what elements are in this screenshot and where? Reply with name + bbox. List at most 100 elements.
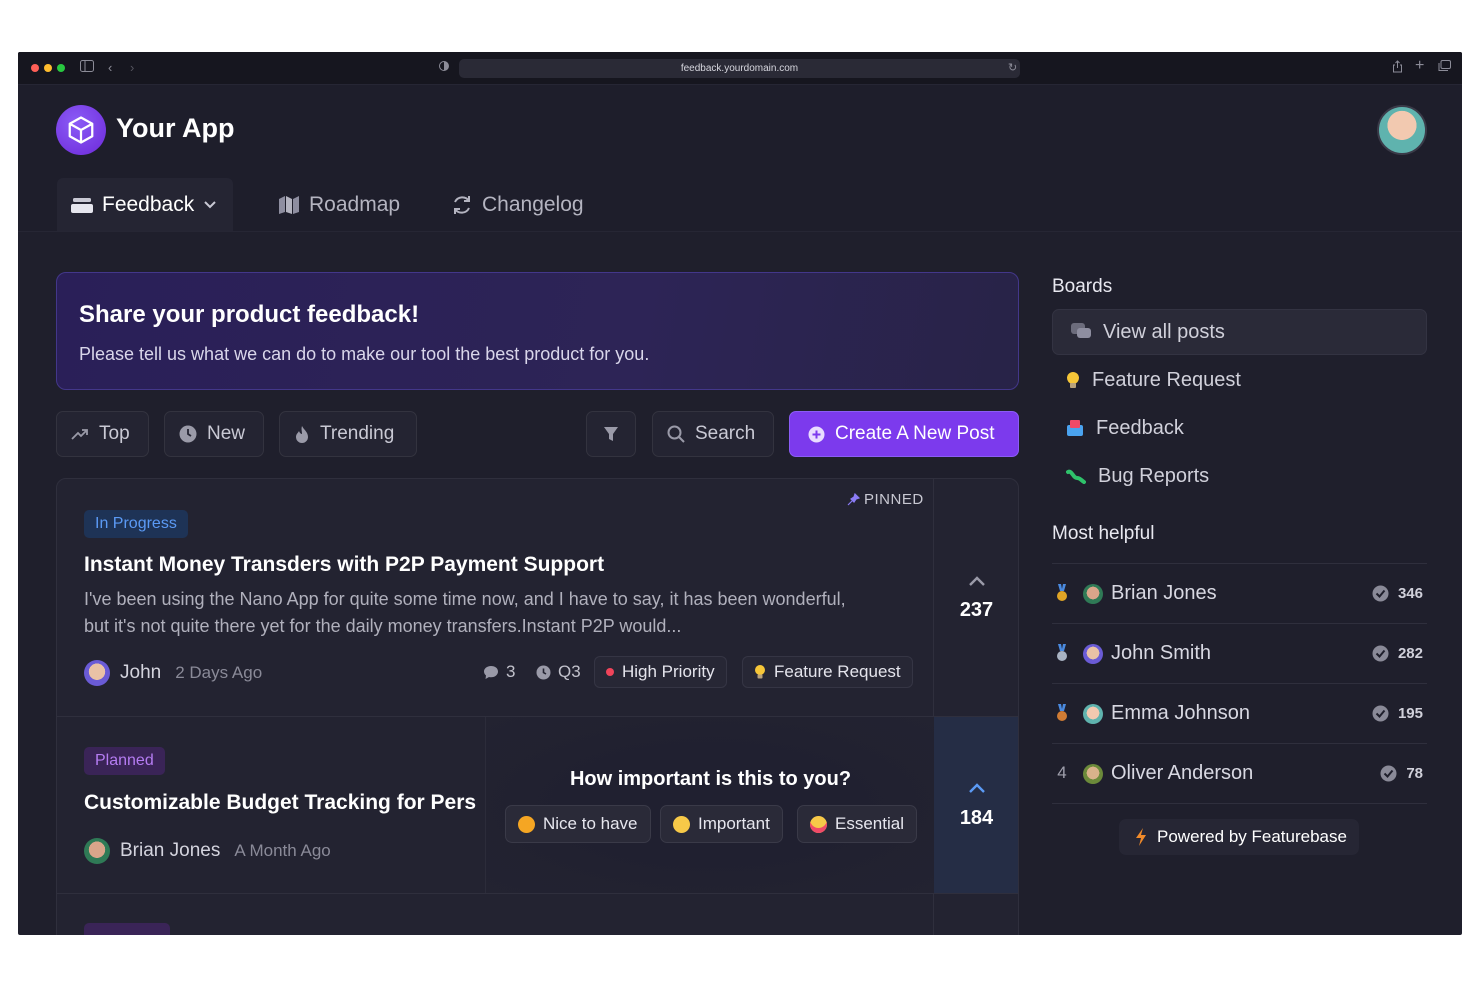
status-badge: In Progress: [84, 510, 188, 538]
new-tab-icon[interactable]: +: [1415, 58, 1424, 74]
importance-nice-to-have-button[interactable]: Nice to have: [505, 805, 651, 843]
avatar: [84, 660, 110, 686]
emoji-icon: [673, 815, 690, 833]
comment-count: 3: [483, 662, 515, 682]
privacy-shield-icon[interactable]: [439, 60, 449, 76]
bronze-medal-icon: [1057, 704, 1067, 721]
trending-up-icon: [71, 429, 88, 440]
board-feature-request[interactable]: Feature Request: [1052, 357, 1427, 403]
sort-top-button[interactable]: Top: [56, 411, 149, 457]
helpful-score: 78: [1380, 765, 1423, 782]
search-button[interactable]: Search: [652, 411, 774, 457]
user-avatar[interactable]: [1377, 105, 1427, 155]
back-icon[interactable]: ‹: [108, 60, 112, 76]
tab-changelog[interactable]: Changelog: [451, 178, 584, 231]
helpful-user-row[interactable]: Brian Jones 346: [1052, 564, 1427, 624]
importance-important-button[interactable]: Important: [660, 805, 783, 843]
post-title[interactable]: Customizable Budget Tracking for Pers: [84, 791, 476, 815]
close-window-button[interactable]: [31, 64, 39, 72]
stack-icon: [71, 197, 93, 213]
most-helpful-heading: Most helpful: [1052, 523, 1155, 544]
tab-label: Feedback: [102, 192, 195, 216]
tab-roadmap[interactable]: Roadmap: [278, 178, 400, 231]
powered-by-featurebase-link[interactable]: Powered by Featurebase: [1119, 819, 1359, 855]
vote-count: 237: [959, 599, 994, 621]
pinned-label: PINNED: [847, 491, 924, 508]
avatar: [84, 838, 110, 864]
emoji-icon: [518, 815, 535, 833]
create-post-button[interactable]: Create A New Post: [789, 411, 1019, 457]
post-author: John 2 Days Ago: [84, 660, 262, 686]
status-badge-partial: [84, 923, 170, 935]
priority-dot-icon: [606, 668, 614, 676]
refresh-icon: [454, 195, 470, 214]
avatar: [1083, 644, 1103, 664]
board-feedback[interactable]: Feedback: [1052, 405, 1427, 451]
check-circle-icon: [1372, 645, 1389, 662]
silver-medal-icon: [1057, 644, 1067, 661]
tab-overview-icon[interactable]: [1438, 60, 1451, 76]
chevron-down-icon: [204, 200, 216, 208]
sort-trending-button[interactable]: Trending: [279, 411, 417, 457]
importance-essential-button[interactable]: Essential: [797, 805, 917, 843]
board-view-all[interactable]: View all posts: [1052, 309, 1427, 355]
vote-cell-highlight: [934, 717, 1018, 893]
post-title[interactable]: Instant Money Transders with P2P Payment…: [84, 553, 604, 577]
chat-bubbles-icon: [1071, 323, 1091, 338]
fire-icon: [296, 425, 308, 443]
tab-label: Changelog: [482, 192, 584, 216]
priority-tag[interactable]: High Priority: [594, 656, 727, 688]
vote-count: 184: [959, 807, 994, 829]
bug-icon: [1066, 469, 1086, 484]
helpful-score: 282: [1372, 645, 1423, 662]
helpful-score: 195: [1372, 705, 1423, 722]
comment-icon: [484, 665, 498, 679]
eta: Q3: [536, 662, 581, 682]
avatar: [1083, 584, 1103, 604]
upvote-icon[interactable]: [967, 782, 987, 794]
lightbulb-icon: [755, 665, 765, 679]
plus-circle-icon: [808, 426, 825, 442]
ballot-box-icon: [1067, 420, 1083, 436]
app-header: Your App Feedback Roadmap Changelog: [18, 85, 1462, 232]
zoom-window-button[interactable]: [57, 64, 65, 72]
banner-subtitle: Please tell us what we can do to make ou…: [79, 344, 650, 364]
minimize-window-button[interactable]: [44, 64, 52, 72]
filter-button[interactable]: [586, 411, 636, 457]
sidebar-toggle-icon[interactable]: [80, 60, 94, 76]
helpful-user-row[interactable]: John Smith 282: [1052, 624, 1427, 684]
clock-icon: [536, 665, 551, 679]
lightning-icon: [1136, 828, 1146, 846]
category-tag[interactable]: Feature Request: [742, 656, 913, 688]
board-bug-reports[interactable]: Bug Reports: [1052, 453, 1427, 499]
reload-icon[interactable]: ↻: [1008, 60, 1017, 76]
banner-title: Share your product feedback!: [79, 301, 420, 328]
helpful-user-row[interactable]: 4 Oliver Anderson 78: [1052, 744, 1427, 804]
app-logo[interactable]: [56, 105, 106, 155]
avatar: [1083, 704, 1103, 724]
sort-new-button[interactable]: New: [164, 411, 264, 457]
helpful-user-row[interactable]: Emma Johnson 195: [1052, 684, 1427, 744]
cube-icon: [68, 116, 94, 144]
forward-icon[interactable]: ›: [130, 60, 134, 76]
clock-icon: [179, 425, 197, 443]
address-bar[interactable]: feedback.yourdomain.com: [459, 59, 1020, 78]
upvote-icon[interactable]: [967, 575, 987, 587]
roadmap-icon: [279, 195, 299, 214]
helpful-score: 346: [1372, 585, 1423, 602]
tab-feedback[interactable]: Feedback: [57, 178, 234, 231]
status-badge: Planned: [84, 747, 165, 775]
share-icon[interactable]: [1392, 60, 1403, 77]
post-author: Brian Jones A Month Ago: [84, 838, 331, 864]
avatar: [1083, 764, 1103, 784]
boards-heading: Boards: [1052, 276, 1113, 297]
pin-icon: [847, 493, 860, 506]
post-description: I've been using the Nano App for quite s…: [84, 589, 846, 636]
check-circle-icon: [1372, 705, 1389, 722]
rank-number: 4: [1057, 763, 1067, 782]
heart-eyes-emoji-icon: [810, 815, 827, 833]
filter-icon: [604, 427, 618, 441]
browser-window: ‹ › feedback.yourdomain.com ↻ + Your App…: [18, 52, 1462, 935]
importance-popover: How important is this to you? Nice to ha…: [485, 717, 934, 893]
browser-toolbar: ‹ › feedback.yourdomain.com ↻ +: [18, 52, 1462, 85]
